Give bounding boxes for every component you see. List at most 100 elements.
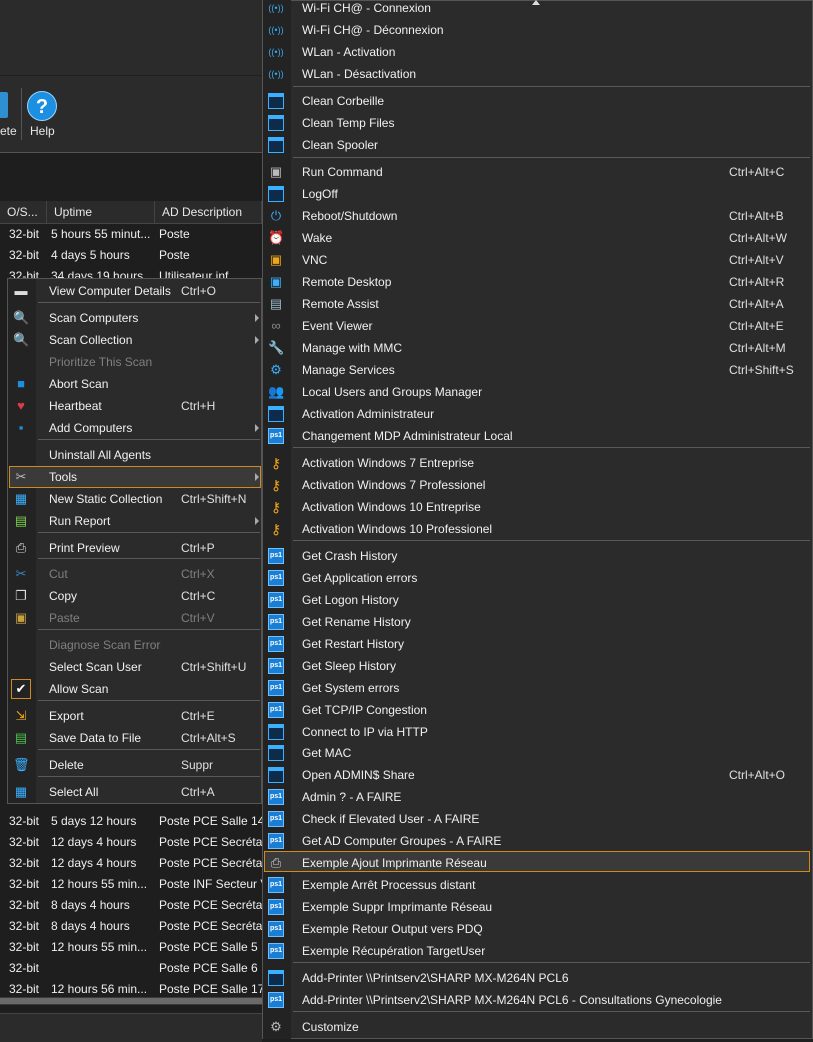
table-cell[interactable]: 8 days 4 hours [51, 895, 155, 916]
tools-item-clean-temp-files[interactable]: Clean Temp Files [302, 112, 394, 134]
menu-item-copy[interactable]: Copy [49, 585, 77, 607]
menu-item-run-report[interactable]: Run Report [49, 510, 110, 532]
tools-item-wi-fi-ch-d-connexion[interactable]: Wi-Fi CH@ - Déconnexion [302, 19, 444, 41]
scrollbar-thumb[interactable] [0, 998, 262, 1004]
tools-item-exemple-ajout-imprimante-r-seau[interactable]: Exemple Ajout Imprimante Réseau [302, 852, 487, 874]
tools-item-wi-fi-ch-connexion[interactable]: Wi-Fi CH@ - Connexion [302, 0, 431, 19]
table-cell[interactable]: 32-bit [9, 958, 49, 979]
tools-item-wlan-activation[interactable]: WLan - Activation [302, 41, 395, 63]
table-cell[interactable]: 8 days 4 hours [51, 916, 155, 937]
tools-item-remote-desktop[interactable]: Remote Desktop [302, 271, 391, 293]
tools-item-get-application-errors[interactable]: Get Application errors [302, 567, 417, 589]
menu-item-heartbeat[interactable]: Heartbeat [49, 395, 102, 417]
menu-item-select-scan-user[interactable]: Select Scan User [49, 656, 142, 678]
tools-item-get-mac[interactable]: Get MAC [302, 742, 351, 764]
tools-item-get-restart-history[interactable]: Get Restart History [302, 633, 404, 655]
tools-item-exemple-arr-t-processus-distant[interactable]: Exemple Arrêt Processus distant [302, 874, 475, 896]
tools-item-add-printer-printserv2-sharp-mx-m264n-pcl6[interactable]: Add-Printer \\Printserv2\SHARP MX-M264N … [302, 967, 569, 989]
menu-item-uninstall-all-agents[interactable]: Uninstall All Agents [49, 444, 151, 466]
table-cell[interactable]: 12 hours 55 min... [51, 874, 155, 895]
tools-item-exemple-suppr-imprimante-r-seau[interactable]: Exemple Suppr Imprimante Réseau [302, 896, 492, 918]
column-header-ad-description[interactable]: AD Description [155, 201, 262, 224]
tools-item-get-system-errors[interactable]: Get System errors [302, 677, 399, 699]
tools-item-local-users-and-groups-manager[interactable]: Local Users and Groups Manager [302, 381, 482, 403]
tools-item-manage-with-mmc[interactable]: Manage with MMC [302, 337, 402, 359]
tools-item-customize[interactable]: Customize [302, 1016, 359, 1038]
table-cell[interactable]: Poste PCE Secrétari [159, 853, 262, 874]
tools-item-activation-windows-7-professionel[interactable]: Activation Windows 7 Professionel [302, 474, 485, 496]
tools-item-wlan-d-sactivation[interactable]: WLan - Désactivation [302, 63, 416, 85]
tools-item-exemple-retour-output-vers-pdq[interactable]: Exemple Retour Output vers PDQ [302, 918, 483, 940]
menu-item-allow-scan[interactable]: Allow Scan [49, 678, 108, 700]
table-cell[interactable]: Poste PCE Secrétari [159, 832, 262, 853]
table-cell[interactable]: 32-bit [9, 916, 49, 937]
tools-item-add-printer-printserv2-sharp-mx-m264n-pcl6-consultations-gynecologie[interactable]: Add-Printer \\Printserv2\SHARP MX-M264N … [302, 989, 722, 1011]
table-cell[interactable]: 4 days 5 hours [51, 245, 155, 266]
tools-item-reboot-shutdown[interactable]: Reboot/Shutdown [302, 205, 397, 227]
tools-item-wake[interactable]: Wake [302, 227, 332, 249]
tools-item-activation-windows-10-entreprise[interactable]: Activation Windows 10 Entreprise [302, 496, 481, 518]
tools-item-event-viewer[interactable]: Event Viewer [302, 315, 372, 337]
table-cell[interactable] [51, 958, 155, 979]
table-cell[interactable]: Poste [159, 224, 262, 245]
menu-item-delete[interactable]: Delete [49, 754, 84, 776]
menu-item-diagnose-scan-error[interactable]: Diagnose Scan Error [49, 634, 160, 656]
tools-item-get-tcp-ip-congestion[interactable]: Get TCP/IP Congestion [302, 699, 427, 721]
table-cell[interactable]: 32-bit [9, 224, 49, 245]
menu-item-print-preview[interactable]: Print Preview [49, 537, 120, 559]
table-cell[interactable]: 32-bit [9, 895, 49, 916]
tools-item-get-crash-history[interactable]: Get Crash History [302, 545, 397, 567]
help-icon[interactable]: ? [27, 91, 57, 121]
table-cell[interactable]: Poste PCE Secrétari [159, 895, 262, 916]
menu-item-export[interactable]: Export [49, 705, 84, 727]
menu-item-paste[interactable]: Paste [49, 607, 80, 629]
table-cell[interactable]: 32-bit [9, 853, 49, 874]
menu-item-scan-collection[interactable]: Scan Collection [49, 329, 132, 351]
table-cell[interactable]: Poste PCE Secrétari [159, 916, 262, 937]
tools-item-get-sleep-history[interactable]: Get Sleep History [302, 655, 396, 677]
menu-item-abort-scan[interactable]: Abort Scan [49, 373, 108, 395]
tools-item-run-command[interactable]: Run Command [302, 161, 383, 183]
table-cell[interactable]: 5 days 12 hours [51, 811, 155, 832]
tools-item-get-logon-history[interactable]: Get Logon History [302, 589, 399, 611]
tools-item-activation-windows-7-entreprise[interactable]: Activation Windows 7 Entreprise [302, 452, 474, 474]
delete-ribbon-label[interactable]: ete [0, 124, 17, 138]
menu-item-tools[interactable]: Tools [49, 466, 77, 488]
tools-item-vnc[interactable]: VNC [302, 249, 327, 271]
menu-item-add-computers[interactable]: Add Computers [49, 417, 132, 439]
menu-item-select-all[interactable]: Select All [49, 781, 98, 803]
delete-icon[interactable] [0, 92, 8, 118]
tools-item-get-rename-history[interactable]: Get Rename History [302, 611, 411, 633]
table-cell[interactable]: 32-bit [9, 245, 49, 266]
tools-item-admin-a-faire[interactable]: Admin ? - A FAIRE [302, 786, 401, 808]
tools-item-open-admin-share[interactable]: Open ADMIN$ Share [302, 764, 415, 786]
tools-item-connect-to-ip-via-http[interactable]: Connect to IP via HTTP [302, 721, 428, 743]
table-cell[interactable]: Poste PCE Salle 14 [159, 811, 262, 832]
tools-item-manage-services[interactable]: Manage Services [302, 359, 395, 381]
tools-item-exemple-r-cup-ration-targetuser[interactable]: Exemple Récupération TargetUser [302, 940, 485, 962]
scroll-up-chevron-icon[interactable] [532, 0, 540, 5]
column-header-uptime[interactable]: Uptime [47, 201, 155, 224]
tools-item-activation-administrateur[interactable]: Activation Administrateur [302, 403, 434, 425]
table-cell[interactable]: Poste PCE Salle 6 [159, 958, 262, 979]
menu-item-prioritize-this-scan[interactable]: Prioritize This Scan [49, 351, 152, 373]
table-cell[interactable]: 32-bit [9, 874, 49, 895]
table-cell[interactable]: Poste INF Secteur V [159, 874, 262, 895]
table-cell[interactable]: 12 days 4 hours [51, 832, 155, 853]
table-cell[interactable]: 32-bit [9, 832, 49, 853]
menu-item-save-data-to-file[interactable]: Save Data to File [49, 727, 141, 749]
column-header-os[interactable]: O/S... [0, 201, 47, 224]
table-cell[interactable]: 5 hours 55 minut... [51, 224, 155, 245]
menu-item-cut[interactable]: Cut [49, 563, 68, 585]
menu-item-scan-computers[interactable]: Scan Computers [49, 307, 138, 329]
table-cell[interactable]: 12 days 4 hours [51, 853, 155, 874]
table-cell[interactable]: 32-bit [9, 811, 49, 832]
help-button-label[interactable]: Help [30, 124, 55, 138]
table-cell[interactable]: 12 hours 55 min... [51, 937, 155, 958]
table-cell[interactable]: Poste [159, 245, 262, 266]
tools-item-activation-windows-10-professionel[interactable]: Activation Windows 10 Professionel [302, 518, 492, 540]
tools-item-clean-spooler[interactable]: Clean Spooler [302, 134, 378, 156]
tools-item-changement-mdp-administrateur-local[interactable]: Changement MDP Administrateur Local [302, 425, 513, 447]
tools-item-remote-assist[interactable]: Remote Assist [302, 293, 379, 315]
menu-item-new-static-collection[interactable]: New Static Collection [49, 488, 162, 510]
